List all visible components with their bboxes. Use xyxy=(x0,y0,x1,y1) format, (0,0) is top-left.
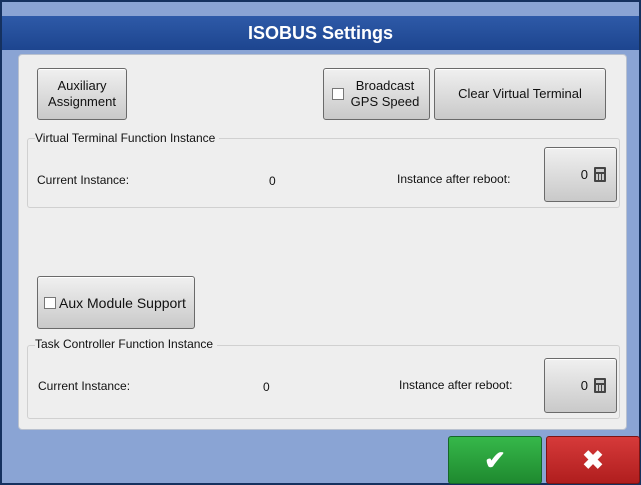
broadcast-gps-label: Broadcast GPS Speed xyxy=(350,78,420,109)
tc-current-instance-label: Current Instance: xyxy=(38,379,131,393)
vt-reboot-instance-field[interactable]: 0 xyxy=(544,147,617,202)
cancel-button[interactable]: ✖ xyxy=(546,436,640,484)
clear-virtual-terminal-button[interactable]: Clear Virtual Terminal xyxy=(434,68,606,120)
tc-reboot-instance-field[interactable]: 0 xyxy=(544,358,617,413)
isobus-settings-window: ISOBUS Settings Auxiliary Assignment Bro… xyxy=(0,0,641,485)
aux-module-label: Aux Module Support xyxy=(59,294,186,311)
aux-module-support-button[interactable]: Aux Module Support xyxy=(37,276,195,329)
settings-panel: Auxiliary Assignment Broadcast GPS Speed… xyxy=(18,54,627,430)
auxiliary-assignment-label: Auxiliary Assignment xyxy=(48,78,116,109)
tc-reboot-label: Instance after reboot: xyxy=(399,378,513,392)
clear-virtual-terminal-label: Clear Virtual Terminal xyxy=(458,86,582,101)
broadcast-gps-speed-button[interactable]: Broadcast GPS Speed xyxy=(323,68,430,120)
window-title: ISOBUS Settings xyxy=(2,16,639,50)
vt-reboot-value: 0 xyxy=(580,166,588,182)
tc-group-label: Task Controller Function Instance xyxy=(35,337,218,351)
tc-reboot-value: 0 xyxy=(580,377,588,393)
vt-current-instance-label: Current Instance: xyxy=(37,173,130,187)
checkmark-icon: ✔ xyxy=(484,444,506,475)
tc-current-instance-value: 0 xyxy=(263,380,270,394)
vt-current-instance-value: 0 xyxy=(269,174,276,188)
aux-module-checkbox-icon[interactable] xyxy=(44,296,56,309)
auxiliary-assignment-button[interactable]: Auxiliary Assignment xyxy=(37,68,127,120)
close-icon: ✖ xyxy=(582,444,604,475)
ok-button[interactable]: ✔ xyxy=(448,436,542,484)
broadcast-gps-checkbox-icon[interactable] xyxy=(332,88,344,100)
vt-reboot-label: Instance after reboot: xyxy=(397,172,511,186)
calculator-icon xyxy=(594,378,606,393)
calculator-icon xyxy=(594,167,606,182)
vt-group-label: Virtual Terminal Function Instance xyxy=(35,131,220,145)
